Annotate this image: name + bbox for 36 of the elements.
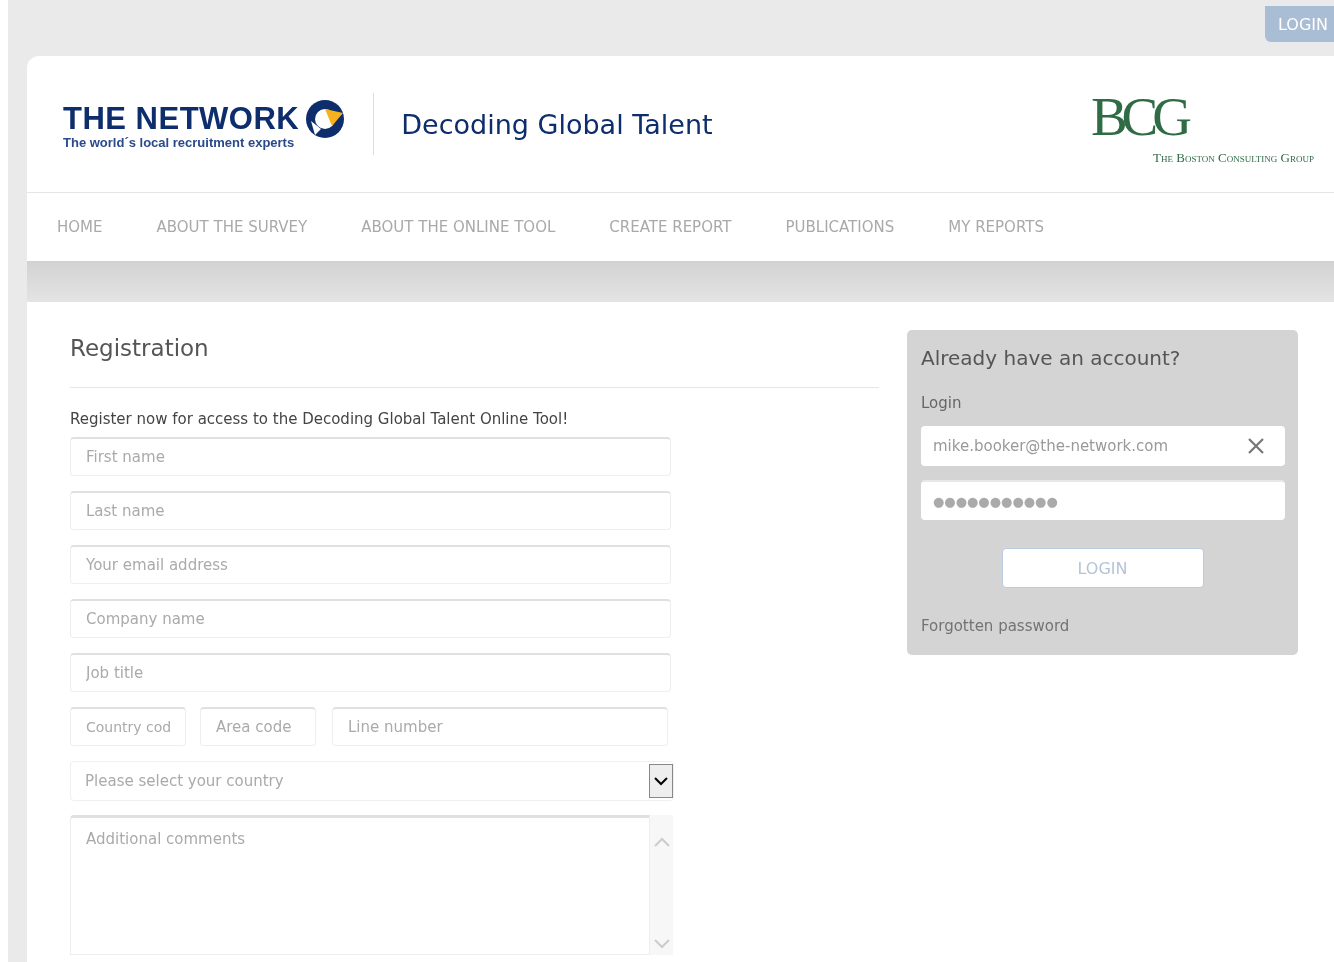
nav-link[interactable]: PUBLICATIONS (785, 218, 895, 236)
login-button[interactable]: LOGIN (1264, 6, 1334, 42)
panel-title: Already have an account? (921, 346, 1182, 370)
input-field[interactable]: First name (70, 437, 671, 476)
input-field[interactable]: Job title (70, 653, 671, 692)
logo-wordmark: THE NETWORK (63, 100, 300, 137)
clear-icon[interactable] (1248, 438, 1264, 454)
login-button[interactable]: LOGIN (1001, 548, 1204, 588)
input-field[interactable]: Last name (70, 491, 671, 530)
input-field[interactable]: Company name (70, 599, 671, 638)
scrollbar[interactable] (650, 815, 673, 955)
country-dropdown[interactable]: Please select your country (70, 761, 674, 801)
intro-text: Register now for access to the Decoding Global Talent Online Tool! (70, 410, 570, 428)
forgot-password-link[interactable]: Forgotten password (921, 617, 1284, 635)
nav-link[interactable]: ABOUT THE ONLINE TOOL (361, 218, 556, 236)
nav-link[interactable]: ABOUT THE SURVEY (156, 218, 308, 236)
comments-field[interactable]: Additional comments (70, 815, 650, 955)
logo-tagline: The world´s local recruitment experts (63, 134, 296, 150)
scroll-up-icon[interactable] (653, 837, 670, 847)
bcg-company-name: The Boston Consulting Group (1153, 149, 1314, 166)
dropdown-button[interactable] (649, 764, 673, 798)
section-title: Registration (70, 334, 210, 363)
scroll-down-icon[interactable] (653, 939, 670, 949)
password-field[interactable]: ●●●●●●●●●●● (921, 480, 1285, 520)
input-field[interactable]: Country cod (70, 707, 186, 746)
input-field[interactable]: Your email address (70, 545, 671, 584)
chevron-down-icon (654, 776, 668, 786)
bcg-wordmark: BCG (1090, 88, 1186, 144)
input-field[interactable]: Line number (332, 707, 668, 746)
email-field[interactable]: mike.booker@the-network.com (921, 426, 1285, 466)
field-label: Login (921, 394, 963, 412)
nav-link[interactable]: CREATE REPORT (609, 218, 732, 236)
site-title: Decoding Global Talent (401, 108, 714, 140)
nav-link[interactable]: HOME (57, 218, 103, 236)
nav-link[interactable]: MY REPORTS (948, 218, 1044, 236)
input-field[interactable]: Area code (200, 707, 316, 746)
